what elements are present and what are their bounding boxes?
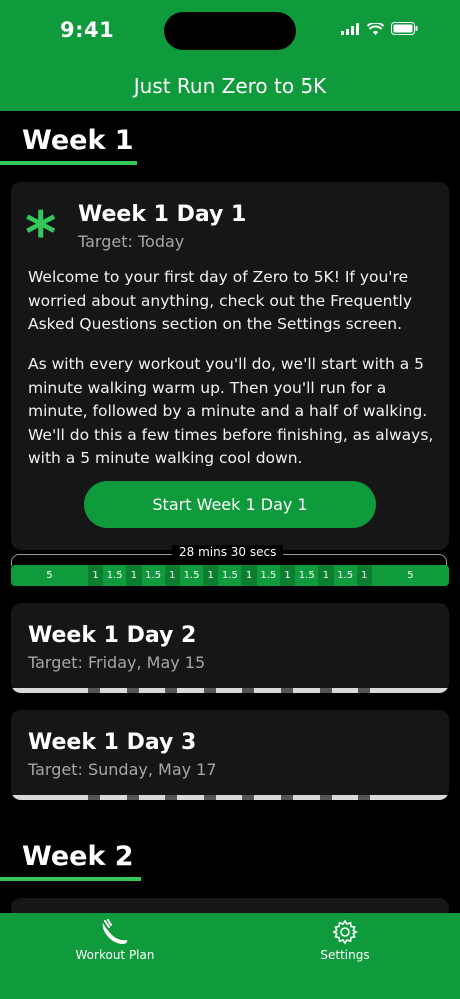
walk-interval-segment: 5	[372, 565, 449, 586]
walk-interval-segment: 1.5	[295, 565, 319, 586]
tab-settings[interactable]: Settings	[270, 919, 420, 962]
workout-title: Week 1 Day 2	[28, 623, 197, 648]
battery-icon	[391, 22, 418, 35]
workout-card-day-1[interactable]: * Week 1 Day 1 Target: Today Welcome to …	[11, 182, 449, 550]
run-interval-segment: 1	[318, 565, 334, 586]
workout-card-day-3[interactable]: Week 1 Day 3 Target: Sunday, May 17	[11, 710, 449, 800]
tab-workout-plan[interactable]: Workout Plan	[40, 919, 190, 962]
run-interval-segment: 1	[164, 565, 180, 586]
app-header: 9:41 Just Run Zero to 5K	[0, 0, 460, 111]
walk-interval-segment: 5	[11, 565, 88, 586]
run-interval-segment: 1	[126, 565, 142, 586]
run-interval-segment: 1	[356, 565, 373, 586]
tab-label: Settings	[320, 948, 370, 962]
workout-duration: 28 mins 30 secs	[172, 545, 284, 559]
workout-target: Target: Today	[78, 232, 185, 251]
run-interval-segment: 1	[279, 565, 296, 586]
walk-interval-segment: 1.5	[218, 565, 242, 586]
interval-preview-bar	[11, 688, 449, 693]
workout-title: Week 1 Day 3	[28, 730, 197, 755]
tab-label: Workout Plan	[75, 948, 155, 962]
signal-icon	[341, 22, 359, 35]
week-heading: Week 1	[22, 125, 134, 156]
week-underline	[0, 877, 141, 881]
interval-bar: 5 1 1.5 1 1.5 1 1.5 1 1.5 1 1.5 1 1.5 1 1.5 1 5	[11, 565, 449, 586]
walk-interval-segment: 1.5	[180, 565, 204, 586]
start-workout-button[interactable]: Start Week 1 Day 1	[84, 481, 376, 528]
status-icons	[341, 22, 418, 35]
week-underline	[0, 161, 137, 165]
workout-target: Target: Sunday, May 17	[28, 760, 217, 779]
walk-interval-segment: 1.5	[103, 565, 127, 586]
app-title: Just Run Zero to 5K	[133, 74, 327, 98]
tab-bar: Workout Plan Settings	[0, 913, 460, 999]
wifi-icon	[367, 22, 384, 35]
workout-intro-paragraph: Welcome to your first day of Zero to 5K!…	[28, 268, 413, 333]
workout-title: Week 1 Day 1	[78, 202, 247, 227]
run-interval-segment: 1	[203, 565, 219, 586]
walk-interval-segment: 1.5	[256, 565, 280, 586]
walk-interval-segment: 1.5	[333, 565, 357, 586]
status-time: 9:41	[60, 18, 115, 42]
walk-interval-segment: 1.5	[141, 565, 165, 586]
week-heading: Week 2	[22, 841, 134, 872]
run-interval-segment: 1	[241, 565, 257, 586]
dynamic-island	[164, 12, 296, 50]
interval-preview-bar	[11, 795, 449, 800]
gear-icon	[332, 919, 358, 945]
workout-description-paragraph: As with every workout you'll do, we'll s…	[28, 355, 434, 467]
current-day-asterisk-icon: *	[25, 199, 57, 269]
run-interval-segment: 1	[87, 565, 104, 586]
workout-target: Target: Friday, May 15	[28, 653, 206, 672]
shoe-icon	[102, 919, 128, 944]
workout-card-day-2[interactable]: Week 1 Day 2 Target: Friday, May 15	[11, 603, 449, 693]
